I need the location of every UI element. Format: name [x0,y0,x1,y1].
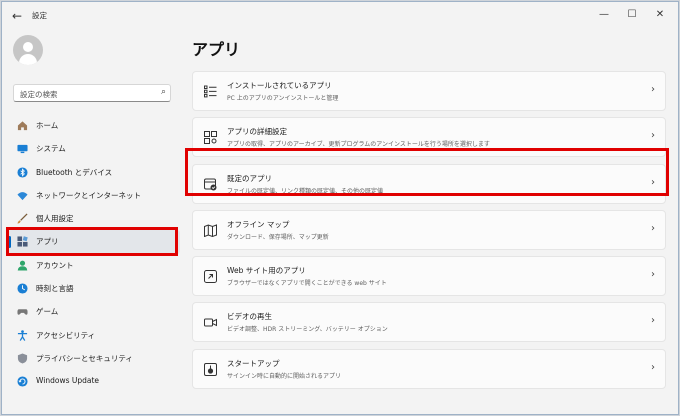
sidebar-item-label: プライバシーとセキュリティ [36,353,133,363]
shield-icon [17,353,28,364]
web-apps-icon [204,270,217,284]
windows-update-icon [17,376,28,387]
minimize-button[interactable]: — [592,6,616,24]
page-title: アプリ [192,40,241,59]
card-apps-for-websites[interactable]: Web サイト用のアプリ ブラウザーではなくアプリで開くことができる web サ… [192,256,666,297]
sidebar-item-network[interactable]: ネットワークとインターネット [8,184,180,207]
brush-icon [17,213,28,224]
card-description: ダウンロード、保存場所、マップ更新 [227,233,329,241]
card-description: ビデオ調整、HDR ストリーミング、バッテリー オプション [227,326,388,334]
avatar[interactable] [13,35,43,65]
search-icon[interactable]: ⌕ [161,87,166,97]
sidebar-item-label: Windows Update [36,376,100,386]
sidebar-item-accounts[interactable]: アカウント [8,254,180,277]
gaming-icon [17,309,28,316]
sidebar-item-time-language[interactable]: 時刻と言語 [8,277,180,300]
advanced-settings-icon [204,131,217,145]
sidebar-item-system[interactable]: システム [8,137,180,160]
card-description: PC 上のアプリのアンインストールと管理 [227,95,339,102]
startup-icon [204,362,217,376]
card-offline-maps[interactable]: オフライン マップ ダウンロード、保存場所、マップ更新 › [192,209,666,250]
system-icon [17,145,28,154]
sidebar-item-windows-update[interactable]: Windows Update [8,370,180,393]
annotation-box-default-apps [185,148,669,196]
title-bar: ← 設定 — ☐ ✕ [2,2,678,30]
sidebar-item-label: Bluetooth とデバイス [36,167,113,177]
card-installed-apps[interactable]: インストールされているアプリ PC 上のアプリのアンインストールと管理 › [192,71,666,111]
accessibility-icon [17,329,28,341]
chevron-right-icon: › [651,130,655,142]
window-title: 設定 [32,11,47,20]
maximize-button[interactable]: ☐ [620,6,644,24]
card-description: アプリの取得、アプリのアーカイブ、更新プログラムのアンインストールを行う場所を選… [227,141,490,149]
sidebar-item-bluetooth[interactable]: Bluetooth とデバイス [8,161,180,184]
bluetooth-icon [17,167,28,178]
sidebar-item-privacy-security[interactable]: プライバシーとセキュリティ [8,347,180,370]
chevron-right-icon: › [651,84,655,95]
sidebar-item-home[interactable]: ホーム [8,114,180,137]
sidebar-item-accessibility[interactable]: アクセシビリティ [8,324,180,347]
card-title: スタートアップ [227,358,280,368]
card-title: インストールされているアプリ [227,81,332,90]
chevron-right-icon: › [651,269,655,281]
card-description: サインイン時に自動的に開始されるアプリ [227,372,342,380]
offline-maps-icon [204,224,217,237]
sidebar-item-label: ネットワークとインターネット [36,190,141,200]
card-description: ブラウザーではなくアプリで開くことができる web サイト [227,280,387,288]
back-button[interactable]: ← [8,7,26,25]
annotation-box-apps [6,227,178,256]
sidebar-item-label: ゲーム [36,307,59,317]
card-title: Web サイト用のアプリ [227,266,306,276]
sidebar-item-label: アクセシビリティ [36,330,96,340]
sidebar-item-label: 個人用設定 [36,214,74,224]
chevron-right-icon: › [651,222,655,234]
avatar-head-shape [23,42,33,52]
sidebar-item-label: アカウント [36,260,74,270]
installed-apps-icon [204,85,217,98]
sidebar-item-label: 時刻と言語 [36,284,74,294]
settings-window: ← 設定 — ☐ ✕ 設定の検索 ⌕ ホーム システム Bluetooth とデ… [1,1,679,415]
card-title: ビデオの再生 [227,312,272,322]
network-icon [17,191,28,200]
card-title: アプリの詳細設定 [227,127,287,137]
sidebar-item-label: システム [36,144,66,154]
time-language-icon [17,283,28,294]
card-startup[interactable]: スタートアップ サインイン時に自動的に開始されるアプリ › [192,348,666,389]
sidebar-item-gaming[interactable]: ゲーム [8,300,180,323]
settings-card-list: インストールされているアプリ PC 上のアプリのアンインストールと管理 › アプ… [192,71,666,395]
close-button[interactable]: ✕ [648,6,672,24]
sidebar-item-label: ホーム [36,121,59,130]
chevron-right-icon: › [651,361,655,373]
card-title: オフライン マップ [227,219,290,229]
search-input[interactable]: 設定の検索 [20,89,58,100]
card-video-playback[interactable]: ビデオの再生 ビデオ調整、HDR ストリーミング、バッテリー オプション › [192,302,666,343]
avatar-body-shape [19,54,37,65]
search-box[interactable]: 設定の検索 ⌕ [13,84,171,102]
chevron-right-icon: › [651,315,655,327]
home-icon [17,121,28,131]
video-icon [204,318,217,327]
account-icon [17,260,28,271]
